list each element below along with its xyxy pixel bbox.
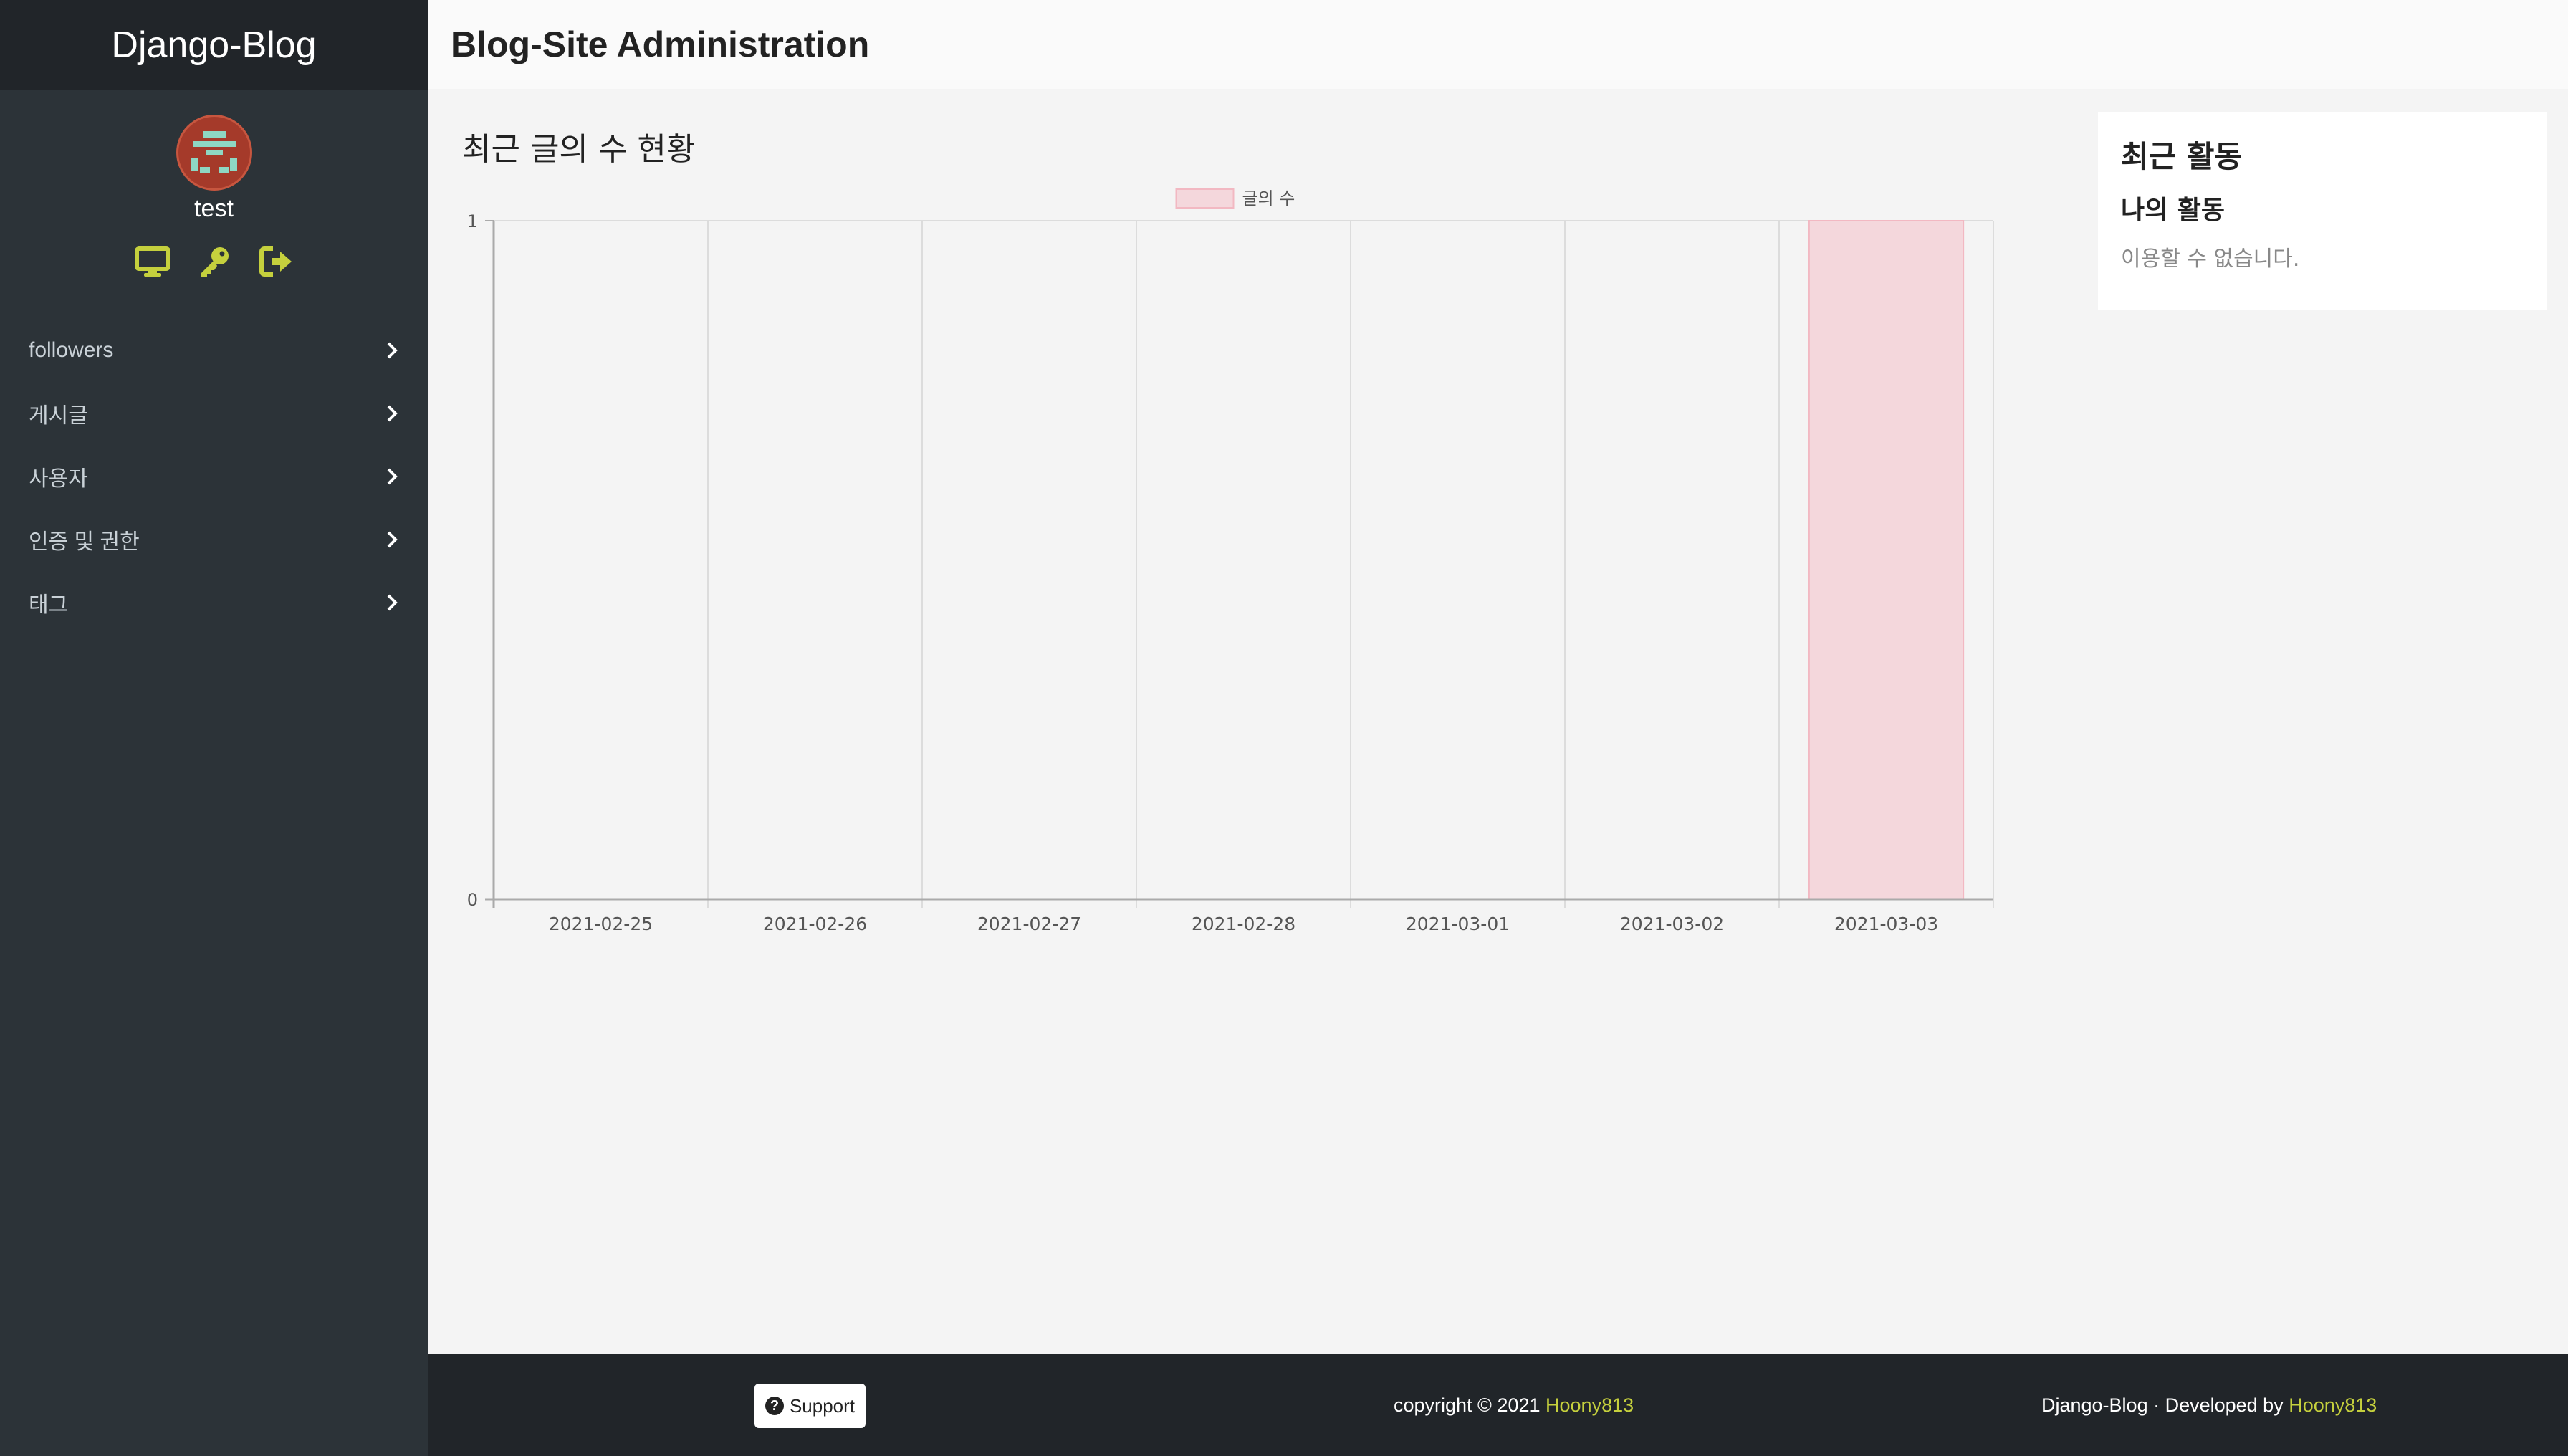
legend-swatch [1175,188,1235,209]
sidebar-item-label: 게시글 [29,404,88,428]
x-tick-label: 2021-03-01 [1406,914,1510,934]
activity-title: 최근 활동 [2121,139,2243,174]
user-block: test [0,115,428,279]
page-title: Blog-Site Administration [451,24,870,64]
avatar [176,115,252,191]
quick-icons [0,244,428,279]
sidebar-item-posts[interactable]: 게시글 [0,382,428,445]
x-tick-label: 2021-03-02 [1620,914,1724,934]
y-tick-label: 0 [467,890,478,910]
sidebar-item-followers[interactable]: followers [0,319,428,382]
sidebar-item-label: 인증 및 권한 [29,530,140,554]
sidebar-item-auth[interactable]: 인증 및 권한 [0,508,428,571]
plot-area [494,221,1993,899]
x-tick-label: 2021-02-28 [1192,914,1295,934]
chevron-right-icon [387,342,398,359]
sign-out-icon[interactable] [259,244,293,279]
sidebar: Django-Blog test followers 게시글 사용자 인증 및 … [0,0,428,1456]
key-icon[interactable] [197,244,231,279]
x-tick-label: 2021-02-26 [763,914,867,934]
developer-link[interactable]: Hoony813 [2289,1394,2377,1416]
x-tick-label: 2021-02-25 [549,914,653,934]
legend-label: 글의 수 [1242,188,1295,209]
bar [1808,220,1965,900]
copyright-link[interactable]: Hoony813 [1546,1394,1634,1416]
chevron-right-icon [387,594,398,611]
sidebar-menu: followers 게시글 사용자 인증 및 권한 태그 [0,319,428,634]
copyright: copyright © 2021 Hoony813 [1394,1394,1634,1417]
monitor-icon[interactable] [134,244,171,279]
sidebar-item-label: followers [29,338,114,362]
support-button[interactable]: ? Support [754,1384,866,1428]
chevron-right-icon [387,531,398,548]
brand-title[interactable]: Django-Blog [0,0,428,90]
username: test [194,195,234,222]
activity-empty-text: 이용할 수 없습니다. [2121,246,2300,272]
x-tick-label: 2021-03-03 [1834,914,1938,934]
recent-activity-card: 최근 활동 나의 활동 이용할 수 없습니다. [2098,112,2547,310]
sidebar-item-label: 태그 [29,593,69,617]
chevron-right-icon [387,468,398,485]
x-tick-label: 2021-02-27 [977,914,1081,934]
credits-text: Django-Blog · Developed by [2041,1394,2289,1416]
support-label: Support [789,1394,856,1417]
credits: Django-Blog · Developed by Hoony813 [2041,1394,2377,1417]
sidebar-item-users[interactable]: 사용자 [0,445,428,508]
header: Blog-Site Administration [428,0,2568,89]
copyright-text: copyright © 2021 [1394,1394,1546,1416]
activity-subtitle: 나의 활동 [2121,196,2226,225]
sidebar-item-label: 사용자 [29,467,88,491]
y-tick-label: 1 [467,211,478,231]
chevron-right-icon [387,405,398,422]
footer: ? Support copyright © 2021 Hoony813 Djan… [428,1354,2568,1456]
question-circle-icon: ? [765,1397,784,1415]
sidebar-item-tags[interactable]: 태그 [0,571,428,634]
